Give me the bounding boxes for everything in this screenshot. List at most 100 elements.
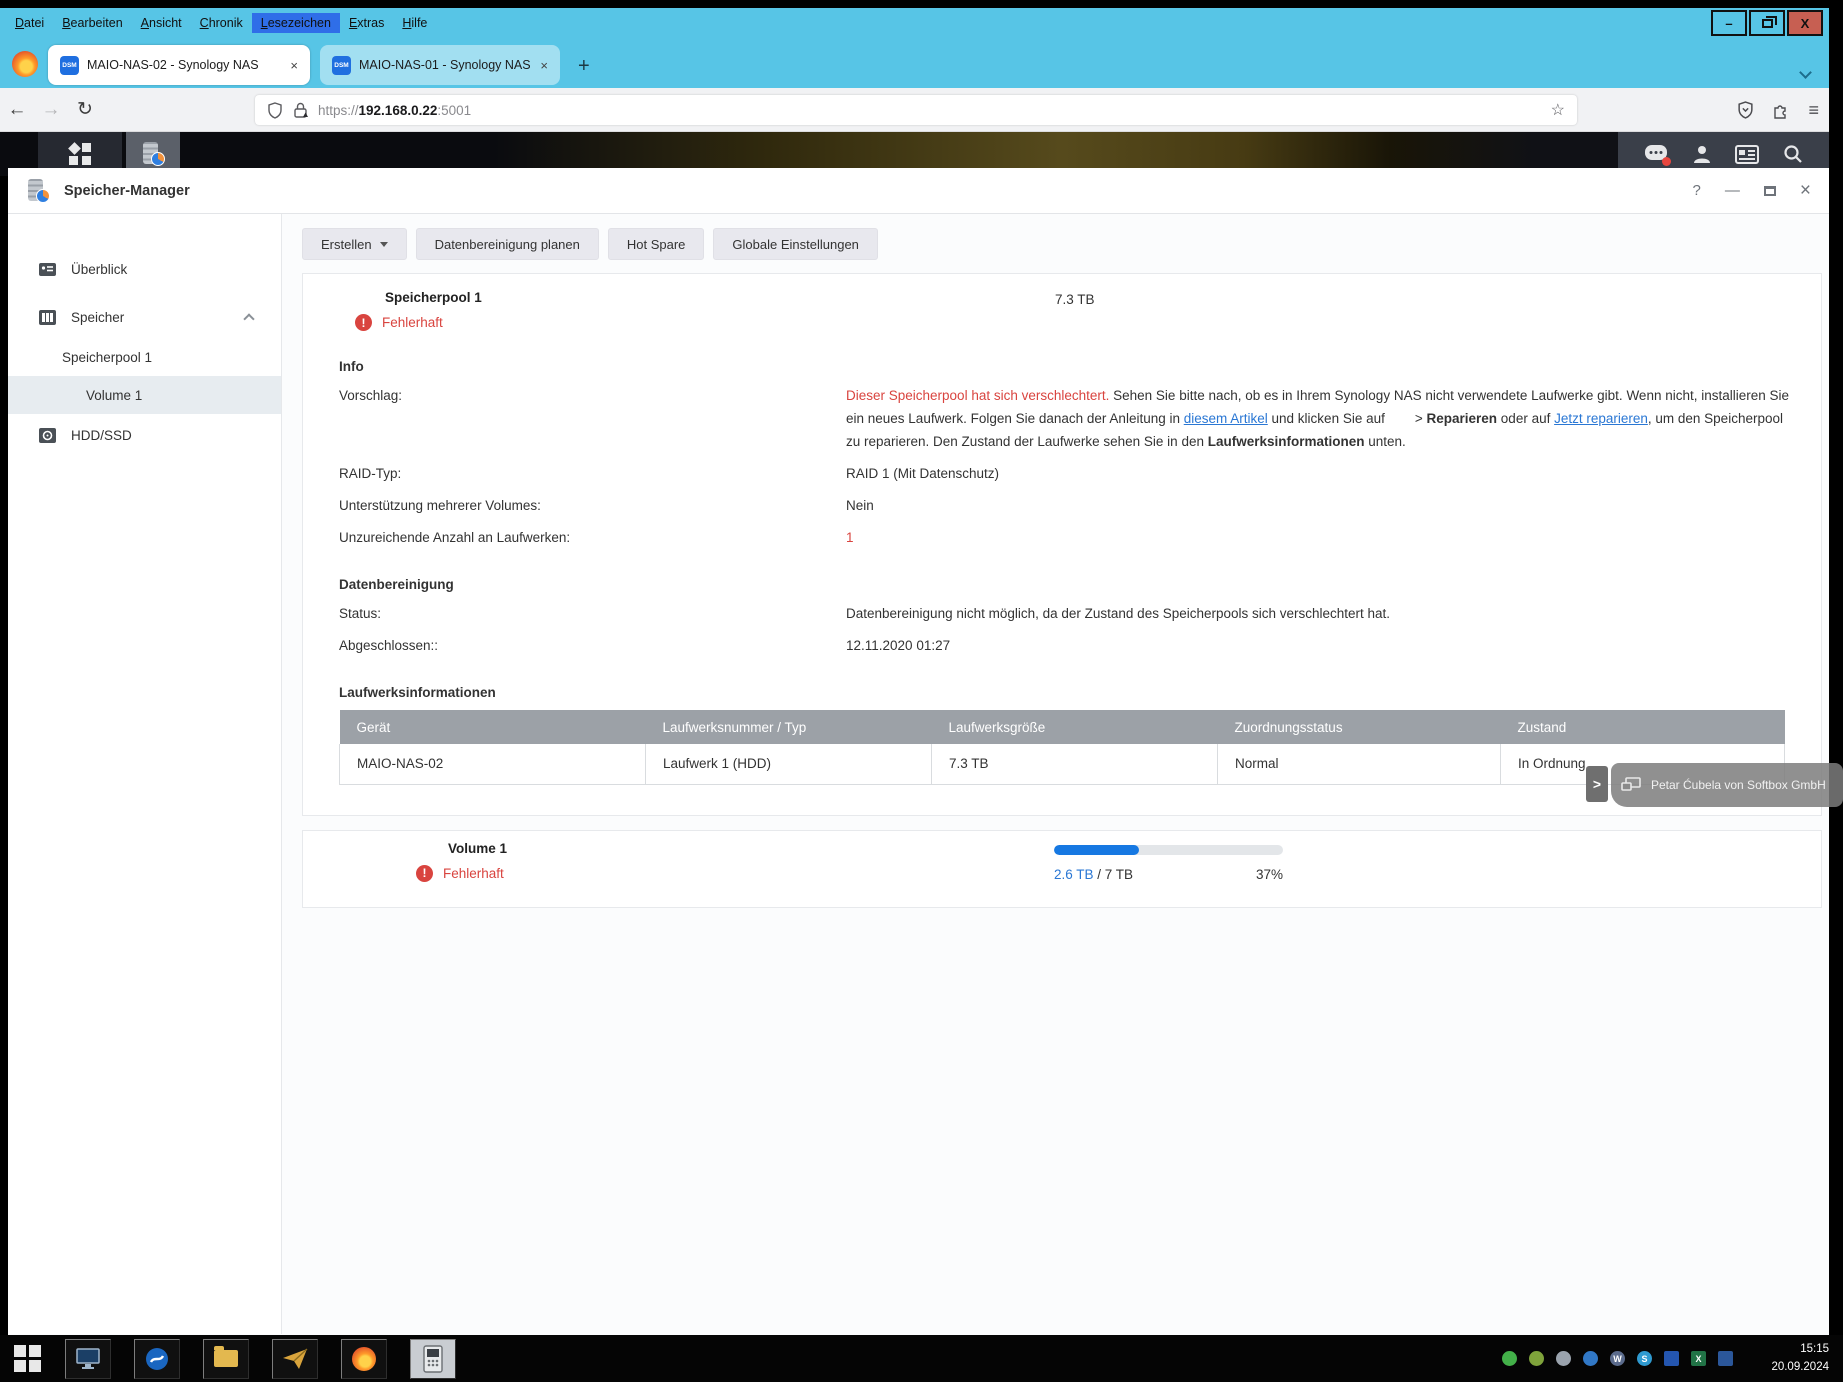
taskbar-clock[interactable]: 15:15 20.09.2024: [1771, 1340, 1829, 1376]
toolbar-right-icons: ≡: [1737, 88, 1819, 132]
row-value: 12.11.2020 01:27: [846, 634, 950, 657]
user-icon[interactable]: [1692, 144, 1712, 164]
new-tab-button[interactable]: +: [578, 55, 590, 78]
tray-icon-1[interactable]: [1502, 1351, 1517, 1366]
tab-close-icon[interactable]: ×: [540, 58, 548, 73]
overlay-expand-button[interactable]: >: [1586, 766, 1608, 802]
search-icon[interactable]: [1783, 144, 1803, 164]
col-laufwerksgroesse[interactable]: Laufwerksgröße: [932, 710, 1218, 744]
col-geraet[interactable]: Gerät: [340, 710, 646, 744]
firefox-window: Datei Bearbeiten Ansicht Chronik Lesezei…: [0, 8, 1829, 176]
tray-icon-6[interactable]: S: [1637, 1351, 1652, 1366]
lock-warning-icon[interactable]: [293, 102, 308, 118]
tray-icon-5[interactable]: W: [1610, 1351, 1625, 1366]
row-label: Unterstützung mehrerer Volumes:: [339, 494, 846, 517]
forward-button[interactable]: →: [34, 99, 68, 121]
tray-icon-7[interactable]: [1664, 1351, 1679, 1366]
tray-icon-9[interactable]: [1718, 1351, 1733, 1366]
reload-button[interactable]: ↻: [68, 98, 102, 121]
storage-manager-icon: [141, 142, 165, 166]
error-icon: !: [355, 314, 372, 331]
app-title: Speicher-Manager: [64, 183, 190, 199]
sidebar-item-ueberblick[interactable]: Überblick: [8, 248, 281, 290]
extensions-puzzle-icon[interactable]: [1772, 101, 1790, 119]
taskbar-firefox-button[interactable]: [341, 1339, 387, 1379]
tab-maio-nas-01[interactable]: DSM MAIO-NAS-01 - Synology NAS ×: [320, 45, 560, 85]
menu-lesezeichen[interactable]: Lesezeichen: [252, 13, 340, 33]
restore-button[interactable]: [1749, 10, 1785, 36]
bookmark-star-icon[interactable]: ☆: [1551, 100, 1565, 120]
hamburger-menu-icon[interactable]: ≡: [1808, 100, 1819, 121]
list-all-tabs-button[interactable]: [1801, 64, 1813, 76]
sidebar-label: Überblick: [71, 262, 127, 277]
tray-icon-4[interactable]: [1583, 1351, 1598, 1366]
back-button[interactable]: ←: [0, 99, 34, 121]
sidebar-label: Volume 1: [86, 388, 142, 403]
tray-icon-8[interactable]: X: [1691, 1351, 1706, 1366]
shield-icon[interactable]: [267, 102, 283, 119]
info-heading: Info: [339, 359, 1821, 374]
tab-title: MAIO-NAS-02 - Synology NAS: [87, 58, 282, 72]
menu-extras[interactable]: Extras: [340, 13, 393, 33]
tray-icon-3[interactable]: [1556, 1351, 1571, 1366]
taskbar-pc-button[interactable]: [65, 1339, 111, 1379]
table-row[interactable]: MAIO-NAS-02 Laufwerk 1 (HDD) 7.3 TB Norm…: [340, 744, 1785, 784]
menu-datei[interactable]: Datei: [6, 13, 53, 33]
tab-close-icon[interactable]: ×: [290, 58, 298, 73]
storage-manager-icon: [26, 179, 50, 203]
globale-einstellungen-button[interactable]: Globale Einstellungen: [713, 228, 877, 260]
col-laufwerksnummer[interactable]: Laufwerksnummer / Typ: [646, 710, 932, 744]
start-button[interactable]: [12, 1344, 42, 1374]
sidebar-item-hdd-ssd[interactable]: HDD/SSD: [8, 414, 281, 456]
diesem-artikel-link[interactable]: diesem Artikel: [1184, 411, 1268, 426]
menu-chronik[interactable]: Chronik: [191, 13, 252, 33]
datenbereinigung-planen-button[interactable]: Datenbereinigung planen: [416, 228, 599, 260]
menu-bearbeiten[interactable]: Bearbeiten: [53, 13, 131, 33]
jetzt-reparieren-link[interactable]: Jetzt reparieren: [1554, 411, 1648, 426]
taskbar-send-app-button[interactable]: [272, 1339, 318, 1379]
restore-icon: [1762, 19, 1773, 28]
help-button[interactable]: ?: [1693, 182, 1701, 199]
volume-panel[interactable]: Volume 1 ! Fehlerhaft 2.6 TB / 7 TB 37%: [302, 830, 1822, 908]
taskbar-explorer-button[interactable]: [203, 1339, 249, 1379]
cell-geraet: MAIO-NAS-02: [340, 744, 646, 784]
volume-usage-text: 2.6 TB / 7 TB 37%: [1054, 867, 1283, 882]
minimize-button[interactable]: –: [1711, 10, 1747, 36]
tray-icon-2[interactable]: [1529, 1351, 1544, 1366]
erstellen-button[interactable]: Erstellen: [302, 228, 407, 260]
taskbar-blue-app-button[interactable]: [134, 1339, 180, 1379]
sidebar-item-speicherpool-1[interactable]: Speicherpool 1: [8, 338, 281, 376]
menu-ansicht[interactable]: Ansicht: [132, 13, 191, 33]
volume-percent: 37%: [1256, 867, 1283, 882]
close-button[interactable]: X: [1787, 10, 1823, 36]
screen: Datei Bearbeiten Ansicht Chronik Lesezei…: [0, 0, 1843, 1382]
url-bar[interactable]: https://192.168.0.22:5001 ☆: [255, 95, 1577, 125]
widgets-icon[interactable]: [1735, 145, 1759, 164]
volume-progress-fill: [1054, 845, 1139, 855]
cell-laufwerksgroesse: 7.3 TB: [932, 744, 1218, 784]
taskbar-device-button[interactable]: [410, 1339, 456, 1379]
dropdown-caret-icon: [380, 242, 388, 247]
hot-spare-button[interactable]: Hot Spare: [608, 228, 705, 260]
app-maximize-button[interactable]: [1764, 186, 1776, 196]
tab-maio-nas-02[interactable]: DSM MAIO-NAS-02 - Synology NAS ×: [48, 45, 310, 85]
disk-icon: [38, 426, 57, 445]
app-minimize-button[interactable]: —: [1725, 182, 1740, 199]
sidebar-item-speicher[interactable]: Speicher: [8, 296, 281, 338]
col-zustand[interactable]: Zustand: [1501, 710, 1785, 744]
sidebar-item-volume-1[interactable]: Volume 1: [8, 376, 281, 414]
windows-taskbar: WS X 15:15 20.09.2024: [0, 1335, 1843, 1382]
chevron-up-icon[interactable]: [243, 313, 254, 324]
volume-used: 2.6 TB: [1054, 867, 1094, 882]
overview-card-icon: [38, 260, 57, 279]
menu-hilfe[interactable]: Hilfe: [393, 13, 436, 33]
raid-row: RAID-Typ: RAID 1 (Mit Datenschutz): [339, 462, 1821, 485]
protections-shield-icon[interactable]: [1737, 101, 1754, 119]
screens-icon: [1621, 777, 1641, 793]
pool-size: 7.3 TB: [1055, 292, 1095, 307]
notifications-icon[interactable]: [1644, 144, 1668, 164]
window-controls: – X: [1709, 10, 1823, 36]
firefox-icon[interactable]: [12, 51, 38, 77]
col-zuordnungsstatus[interactable]: Zuordnungsstatus: [1218, 710, 1501, 744]
app-close-button[interactable]: ×: [1800, 180, 1811, 202]
